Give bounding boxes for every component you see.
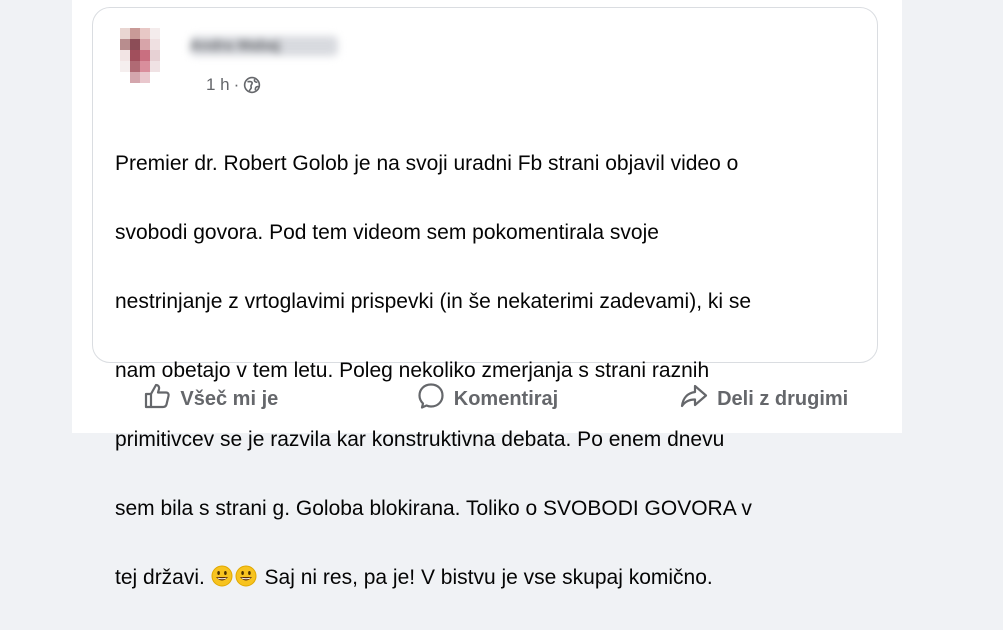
grinning-face-emoji-2: [235, 564, 257, 586]
post-text-last-line: tej državi. Saj ni res, pa je! V bistvu …: [115, 561, 875, 596]
comment-button[interactable]: Komentiraj: [349, 374, 626, 424]
post-meta: 1 h ·: [206, 74, 261, 96]
post-text-line: svobodi govora. Pod tem videom sem pokom…: [115, 220, 659, 244]
post-time[interactable]: 1 h: [206, 75, 230, 95]
comment-label: Komentiraj: [453, 387, 559, 410]
meta-separator: ·: [233, 75, 240, 94]
author-name[interactable]: Andra Mabaj: [190, 36, 338, 56]
share-arrow-icon: [679, 381, 709, 417]
grinning-face-emoji-1: [211, 564, 233, 586]
avatar[interactable]: [120, 28, 160, 84]
share-button[interactable]: Deli z drugimi: [625, 374, 902, 424]
like-button[interactable]: Všeč mi je: [72, 374, 349, 424]
last-line-suffix: Saj ni res, pa je! V bistvu je vse skupa…: [258, 565, 713, 589]
post-text-line: Premier dr. Robert Golob je na svoji ura…: [115, 151, 739, 175]
post-text-line: nestrinjanje z vrtoglavimi prispevki (in…: [115, 289, 752, 313]
comment-icon: [416, 381, 446, 417]
post-text-line: sem bila s strani g. Goloba blokirana. T…: [115, 496, 752, 520]
globe-icon[interactable]: [243, 76, 261, 94]
thumbs-up-icon: [142, 381, 172, 417]
post-text-line: primitivcev se je razvila kar konstrukti…: [115, 427, 725, 451]
post-card: Andra Mabaj 1 h · Premier dr. Robert Gol…: [72, 0, 902, 589]
last-line-prefix: tej državi.: [115, 565, 211, 589]
shared-post[interactable]: Andra Mabaj 1 h · Premier dr. Robert Gol…: [92, 7, 878, 589]
action-bar: Všeč mi je Komentiraj Deli z drugimi: [72, 374, 902, 424]
post-text: Premier dr. Robert Golob je na svoji ura…: [115, 112, 875, 630]
share-label: Deli z drugimi: [717, 387, 849, 410]
like-label: Všeč mi je: [180, 387, 279, 410]
